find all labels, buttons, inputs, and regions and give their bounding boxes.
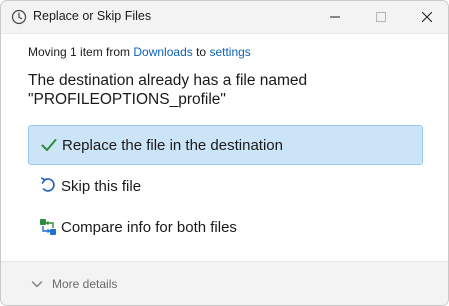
skip-file-option[interactable]: Skip this file	[28, 166, 423, 206]
moving-middle: to	[192, 45, 210, 59]
conflict-filename: "PROFILEOPTIONS_profile"	[28, 91, 226, 108]
conflict-message-line1: The destination already has a file named	[28, 72, 308, 89]
close-icon	[422, 12, 432, 22]
replace-file-label: Replace the file in the destination	[62, 136, 283, 154]
destination-folder-link[interactable]: settings	[209, 45, 250, 59]
minimize-icon	[330, 16, 340, 18]
replace-or-skip-dialog: Replace or Skip Files Moving 1 item from…	[0, 0, 449, 306]
moving-status: Moving 1 item from Downloads to settings	[28, 45, 251, 59]
compare-files-option[interactable]: Compare info for both files	[28, 207, 423, 247]
compare-icon	[37, 218, 59, 236]
minimize-button[interactable]	[312, 1, 358, 33]
conflict-message: The destination already has a file named…	[28, 71, 428, 109]
replace-file-option[interactable]: Replace the file in the destination	[28, 125, 423, 165]
more-details-toggle[interactable]: More details	[31, 277, 117, 291]
source-folder-link[interactable]: Downloads	[133, 45, 192, 59]
undo-arrow-icon	[37, 177, 59, 195]
maximize-icon	[376, 12, 386, 22]
title-bar[interactable]: Replace or Skip Files	[1, 1, 448, 33]
skip-file-label: Skip this file	[61, 177, 142, 195]
close-button[interactable]	[404, 1, 448, 33]
dialog-footer: More details	[1, 263, 448, 305]
moving-prefix: Moving 1 item from	[28, 45, 134, 59]
compare-files-label: Compare info for both files	[61, 218, 237, 236]
chevron-down-icon	[31, 281, 43, 288]
clock-icon	[11, 9, 27, 25]
checkmark-icon	[38, 136, 60, 154]
dialog-content: Moving 1 item from Downloads to settings…	[1, 33, 448, 262]
window-title: Replace or Skip Files	[33, 9, 152, 23]
more-details-label: More details	[52, 277, 118, 291]
maximize-button[interactable]	[358, 1, 404, 33]
